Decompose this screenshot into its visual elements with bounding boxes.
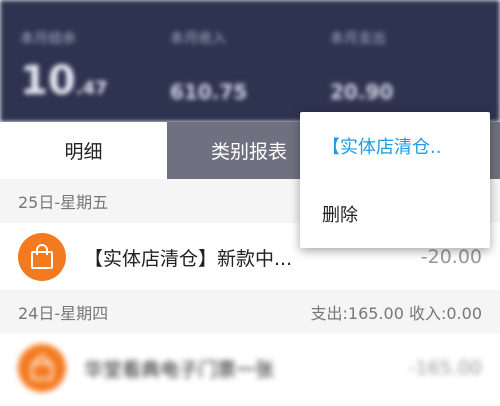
transaction-title: 【实体店清仓】新款中...: [84, 247, 293, 270]
shopping-bag-icon: [18, 233, 66, 281]
transaction-amount: -20.00: [420, 246, 482, 268]
day-header: 24日-星期四 支出:165.00 收入:0.00: [0, 290, 500, 334]
transaction-title: 华堂看典电子门票一张: [84, 358, 275, 381]
balance-value: 10.47: [20, 58, 108, 104]
tab-details[interactable]: 明细: [0, 122, 167, 179]
shopping-bag-icon: [18, 344, 66, 392]
day-date: 25日-星期五: [18, 193, 109, 212]
summary-header: 本月结余 10.47 本月收入 610.75 本月支出 20.90: [0, 0, 500, 122]
day-date: 24日-星期四: [18, 304, 109, 323]
expense-value: 20.90: [330, 80, 394, 104]
transaction-row[interactable]: 华堂看典电子门票一张 -165.00: [0, 334, 500, 402]
income-value: 610.75: [170, 80, 248, 104]
context-menu: 【实体店清仓.. 删除: [300, 112, 490, 248]
transaction-amount: -165.00: [408, 357, 482, 379]
balance-label: 本月结余: [20, 31, 76, 47]
expense-label: 本月支出: [330, 31, 386, 47]
menu-item-title[interactable]: 【实体店清仓..: [300, 112, 490, 180]
day-summary: 支出:165.00 收入:0.00: [310, 304, 482, 323]
menu-item-delete[interactable]: 删除: [300, 180, 490, 248]
income-label: 本月收入: [170, 31, 226, 47]
